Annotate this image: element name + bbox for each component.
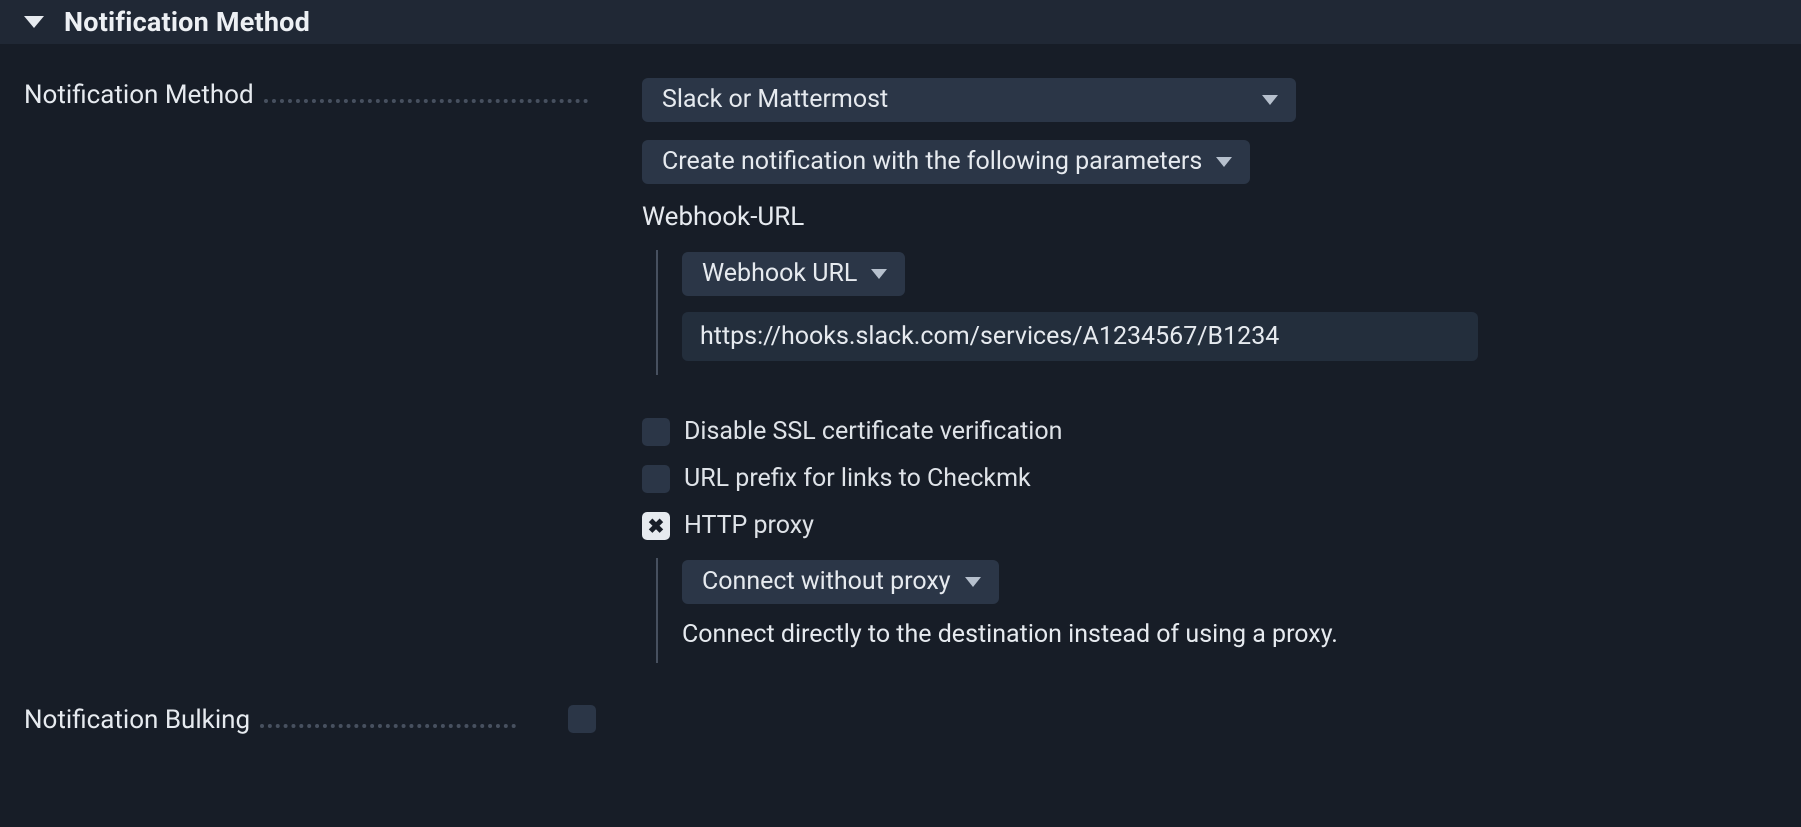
notification-bulking-row: Notification Bulking (24, 705, 1777, 735)
proxy-mode-select[interactable]: Connect without proxy (682, 560, 999, 604)
url-prefix-row: URL prefix for links to Checkmk (642, 464, 1777, 493)
disable-ssl-label: Disable SSL certificate verification (684, 417, 1062, 446)
proxy-mode-value: Connect without proxy (702, 567, 951, 596)
mode-select-value: Create notification with the following p… (662, 147, 1202, 176)
chevron-down-icon (1262, 95, 1278, 105)
mode-select[interactable]: Create notification with the following p… (642, 140, 1250, 184)
notification-bulking-checkbox[interactable] (568, 705, 596, 733)
chevron-down-icon (1216, 157, 1232, 167)
proxy-block: Connect without proxy Connect directly t… (656, 558, 1777, 663)
http-proxy-label: HTTP proxy (684, 511, 814, 540)
notification-method-label-col: Notification Method (24, 78, 594, 110)
webhook-url-input[interactable] (682, 312, 1478, 361)
chevron-down-icon (965, 577, 981, 587)
x-icon: ✖ (648, 516, 665, 536)
webhook-block: Webhook URL (656, 250, 1777, 375)
section-header[interactable]: Notification Method (0, 0, 1801, 44)
method-select-value: Slack or Mattermost (662, 85, 888, 114)
disable-ssl-checkbox[interactable] (642, 418, 670, 446)
notification-method-values: Slack or Mattermost Create notification … (604, 78, 1777, 663)
chevron-down-icon (871, 269, 887, 279)
webhook-type-value: Webhook URL (702, 259, 857, 288)
notification-bulking-label: Notification Bulking (24, 705, 250, 735)
collapse-caret-icon[interactable] (24, 16, 44, 28)
section-title: Notification Method (64, 6, 310, 38)
notification-bulking-label-col: Notification Bulking (24, 705, 522, 735)
notification-method-row: Notification Method Slack or Mattermost … (24, 78, 1777, 663)
webhook-type-select[interactable]: Webhook URL (682, 252, 905, 296)
notification-method-label: Notification Method (24, 80, 254, 110)
dotted-leader (264, 83, 588, 103)
http-proxy-checkbox[interactable]: ✖ (642, 512, 670, 540)
url-prefix-checkbox[interactable] (642, 465, 670, 493)
proxy-description: Connect directly to the destination inst… (682, 620, 1777, 649)
method-select[interactable]: Slack or Mattermost (642, 78, 1296, 122)
webhook-heading: Webhook-URL (642, 202, 1777, 232)
dotted-leader (260, 708, 516, 728)
disable-ssl-row: Disable SSL certificate verification (642, 417, 1777, 446)
url-prefix-label: URL prefix for links to Checkmk (684, 464, 1031, 493)
http-proxy-row: ✖ HTTP proxy (642, 511, 1777, 540)
